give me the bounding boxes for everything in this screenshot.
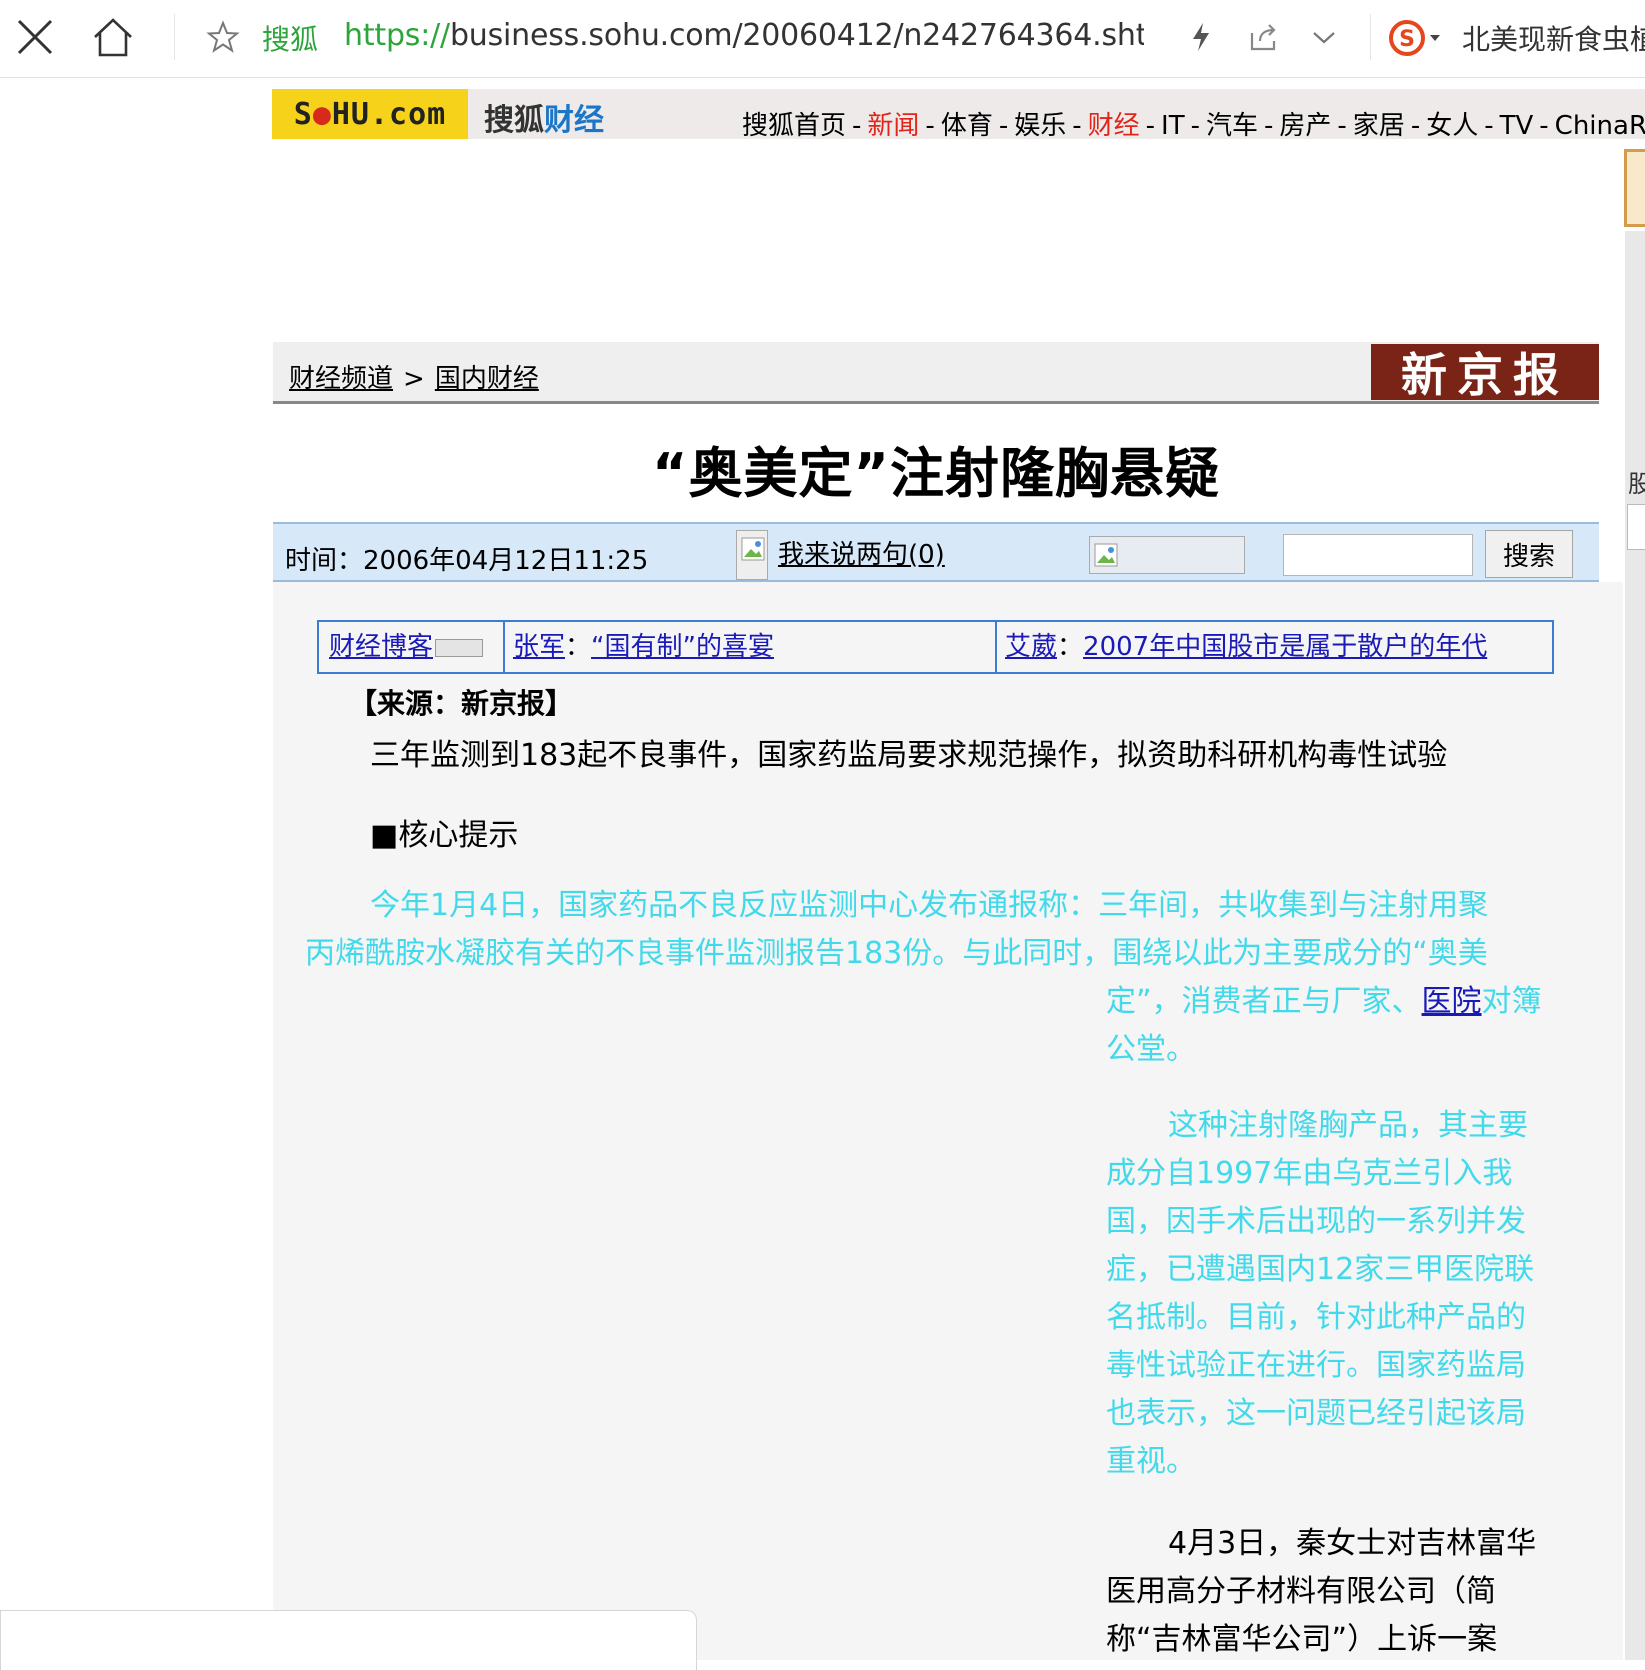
article-body: 财经博客 张军：“国有制”的喜宴 艾葳：2007年中国股市是属于散户的年代 【来… (273, 582, 1623, 1660)
address-bar[interactable]: https://business.sohu.com/20060412/n2427… (344, 18, 1144, 58)
blog-label-cell: 财经博客 (329, 622, 505, 672)
sohu-logo[interactable]: S ● HU.com (272, 89, 468, 139)
nav-item[interactable]: 财经 (1088, 111, 1140, 141)
nav-separator: - (1337, 111, 1347, 141)
core-tip-heading: ■核心提示 (370, 818, 519, 853)
chevron-down-icon[interactable] (1306, 20, 1342, 56)
search-button[interactable]: 搜索 (1485, 530, 1573, 578)
url-path: business.sohu.com/20060412/n242764364.sh… (449, 18, 1144, 53)
blog-item-2: 艾葳：2007年中国股市是属于散户的年代 (995, 622, 1555, 672)
nav-separator: - (852, 111, 862, 141)
hospital-link[interactable]: 医院 (1422, 984, 1482, 1019)
channel-logo[interactable]: 搜狐财经 (484, 95, 604, 139)
nav-separator: - (998, 111, 1009, 141)
popup-panel-edge (0, 1610, 697, 1670)
site-name-label: 搜狐 (262, 23, 319, 56)
logo-dot: ● (312, 96, 332, 132)
article-summary: 三年监测到183起不良事件，国家药监局要求规范操作，拟资助科研机构毒性试验 (370, 738, 1448, 773)
logo-text-a: S (293, 96, 313, 132)
web-page: S ● HU.com 搜狐财经 搜狐首页 - 新闻 - 体育 - 娱乐 - 财经 - IT - 汽车 - 房产 -… (0, 79, 1645, 1660)
breadcrumb: 财经频道 > 国内财经 (289, 358, 539, 395)
breadcrumb-section-link[interactable]: 国内财经 (435, 364, 539, 394)
nav-separator: - (1190, 111, 1200, 141)
blog-author-link-1[interactable]: 张军 (513, 632, 565, 662)
top-nav: 搜狐首页 - 新闻 - 体育 - 娱乐 - 财经 - IT - 汽车 - 房产 - 家居 - 女人 - TV - China… (742, 105, 1645, 142)
toolbar-separator (1370, 14, 1371, 60)
article-info-bar: 时间：2006年04月12日11:25 我来说两句(0) 搜索 (273, 522, 1599, 582)
breadcrumb-band: 财经频道 > 国内财经 新京报 (273, 342, 1599, 404)
channel-logo-b: 财经 (544, 103, 604, 138)
channel-logo-a: 搜狐 (484, 103, 544, 138)
side-panel-input[interactable] (1627, 504, 1645, 550)
nav-item[interactable]: 房产 (1279, 111, 1331, 141)
blog-title-link-2[interactable]: 2007年中国股市是属于散户的年代 (1083, 632, 1487, 662)
nav-item[interactable]: IT (1161, 111, 1185, 141)
breadcrumb-channel-link[interactable]: 财经频道 (289, 364, 393, 394)
nav-item[interactable]: 家居 (1353, 111, 1405, 141)
comment-link[interactable]: 我来说两句(0) (778, 534, 945, 571)
breadcrumb-separator: > (403, 364, 425, 394)
finance-blog-link[interactable]: 财经博客 (329, 632, 433, 662)
nav-item[interactable]: 汽车 (1206, 111, 1258, 141)
close-icon[interactable] (12, 14, 58, 60)
share-icon[interactable] (1246, 18, 1282, 56)
star-icon[interactable] (204, 18, 242, 56)
url-scheme: https:// (344, 18, 450, 53)
paragraph-1-line-2: 丙烯酰胺水凝胶有关的不良事件监测报告183份。与此同时，围绕以此为主要成分的“奥… (305, 936, 1488, 971)
broken-image-icon (736, 530, 768, 580)
logo-text-b: HU.com (331, 96, 447, 132)
sohu-top-bar: S ● HU.com 搜狐财经 搜狐首页 - 新闻 - 体育 - 娱乐 - 财经 - IT - 汽车 - 房产 -… (272, 89, 1645, 142)
nav-item[interactable]: TV (1500, 111, 1534, 141)
lightning-icon[interactable] (1186, 18, 1216, 56)
side-panel-strip (1625, 231, 1645, 1660)
paragraph-1-text-a: 定”，消费者正与厂家、 (1106, 984, 1422, 1019)
site-search-input[interactable] (1283, 534, 1473, 576)
article-source: 【来源：新京报】 (349, 687, 574, 720)
paragraph-2: 这种注射隆胸产品，其主要成分自1997年由乌克兰引入我国，因手术后出现的一系列并… (1106, 1108, 1535, 1479)
paragraph-1-line-1: 今年1月4日，国家药品不良反应监测中心发布通报称：三年间，共收集到与注射用聚 (370, 888, 1489, 923)
svg-text:S: S (1399, 27, 1415, 52)
browser-toolbar: 搜狐 https://business.sohu.com/20060412/n2… (0, 0, 1645, 78)
sogou-search-icon[interactable]: S (1386, 16, 1446, 60)
blog-colon: ： (565, 632, 592, 662)
side-float-widget[interactable] (1624, 149, 1645, 227)
blog-author-link-2[interactable]: 艾葳 (1005, 632, 1057, 662)
nav-item[interactable]: ChinaRen (1555, 111, 1645, 141)
publish-time: 时间：2006年04月12日11:25 (285, 546, 649, 576)
nav-item[interactable]: 体育 (941, 111, 993, 141)
article-headline: “奥美定”注射隆胸悬疑 (652, 442, 1220, 505)
toolbar-separator (174, 14, 175, 60)
blog-title-link-1[interactable]: “国有制”的喜宴 (591, 632, 774, 662)
nav-separator: - (1145, 111, 1156, 141)
nav-item[interactable]: 娱乐 (1014, 111, 1066, 141)
nav-separator: - (925, 111, 935, 141)
search-suggestion-text[interactable]: 北美现新食虫植物 (1462, 18, 1645, 58)
newspaper-logo[interactable]: 新京报 (1371, 344, 1599, 402)
blog-badge-icon (435, 638, 484, 657)
side-panel-label: 股 (1628, 470, 1645, 498)
blog-recommend-box: 财经博客 张军：“国有制”的喜宴 艾葳：2007年中国股市是属于散户的年代 (317, 620, 1554, 674)
nav-item[interactable]: 女人 (1426, 111, 1478, 141)
home-icon[interactable] (88, 12, 138, 62)
blog-colon: ： (1057, 632, 1084, 662)
nav-item[interactable]: 搜狐首页 (742, 111, 846, 141)
nav-item[interactable]: 新闻 (867, 111, 919, 141)
paragraph-3: 4月3日，秦女士对吉林富华医用高分子材料有限公司（简称“吉林富华公司”）上诉一案 (1106, 1526, 1537, 1657)
broken-image-icon (1089, 536, 1245, 574)
nav-separator: - (1410, 111, 1421, 141)
nav-separator: - (1539, 111, 1549, 141)
nav-separator: - (1264, 111, 1274, 141)
blog-item-1: 张军：“国有制”的喜宴 (503, 622, 995, 672)
paragraph-1-rest: 定”，消费者正与厂家、医院对簿公堂。 (1106, 978, 1566, 1074)
nav-separator: - (1072, 111, 1082, 141)
nav-separator: - (1484, 111, 1494, 141)
